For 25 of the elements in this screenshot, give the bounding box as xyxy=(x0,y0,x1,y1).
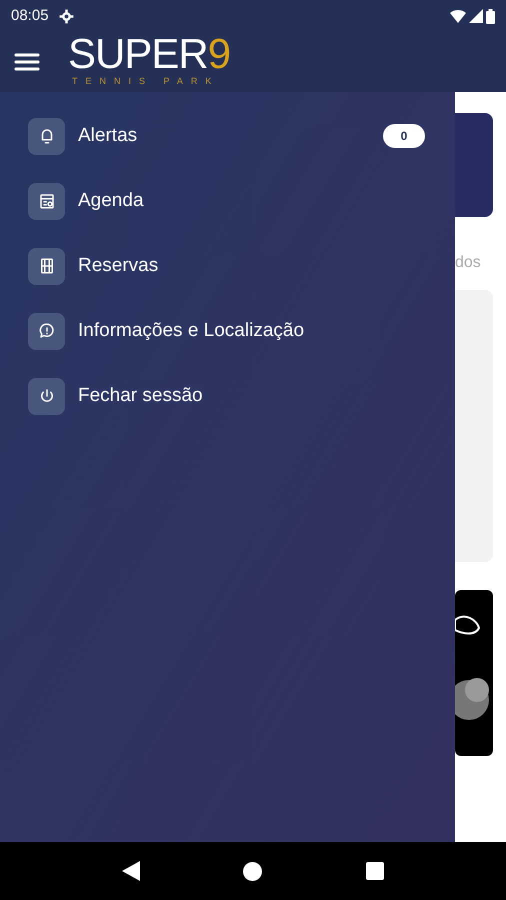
logo-wordmark: SUPER9 xyxy=(68,32,230,76)
signal-icon xyxy=(469,9,483,23)
drawer-item-label: Alertas xyxy=(78,124,138,148)
drawer-item-label: Fechar sessão xyxy=(78,384,204,408)
home-icon[interactable] xyxy=(243,862,262,880)
chat-info-icon xyxy=(38,322,56,340)
drawer-item[interactable]: Agenda xyxy=(28,181,425,221)
count-badge: 0 xyxy=(383,124,425,148)
drawer-item-label: Agenda xyxy=(78,188,145,213)
back-icon[interactable] xyxy=(122,861,140,881)
status-time: 08:05 xyxy=(11,6,49,26)
drawer-item-label: Reservas xyxy=(78,254,160,278)
drawer-item[interactable]: Fechar sessão xyxy=(28,376,425,416)
drawer-item[interactable]: Reservas xyxy=(28,246,425,286)
menu-icon xyxy=(14,52,40,72)
drawer-item-label: Informações e Localização xyxy=(78,318,306,343)
drawer-item[interactable]: Alertas 0 xyxy=(28,116,425,156)
recents-icon[interactable] xyxy=(366,862,384,880)
gear-icon xyxy=(58,8,74,24)
drawer-item[interactable]: Informações e Localização xyxy=(28,311,425,351)
calendar-icon xyxy=(38,192,56,210)
logo-tagline: TENNIS PARK xyxy=(72,76,220,86)
battery-icon xyxy=(486,8,495,24)
wifi-icon xyxy=(450,9,466,23)
tab-label-fragment: dos xyxy=(455,253,482,273)
